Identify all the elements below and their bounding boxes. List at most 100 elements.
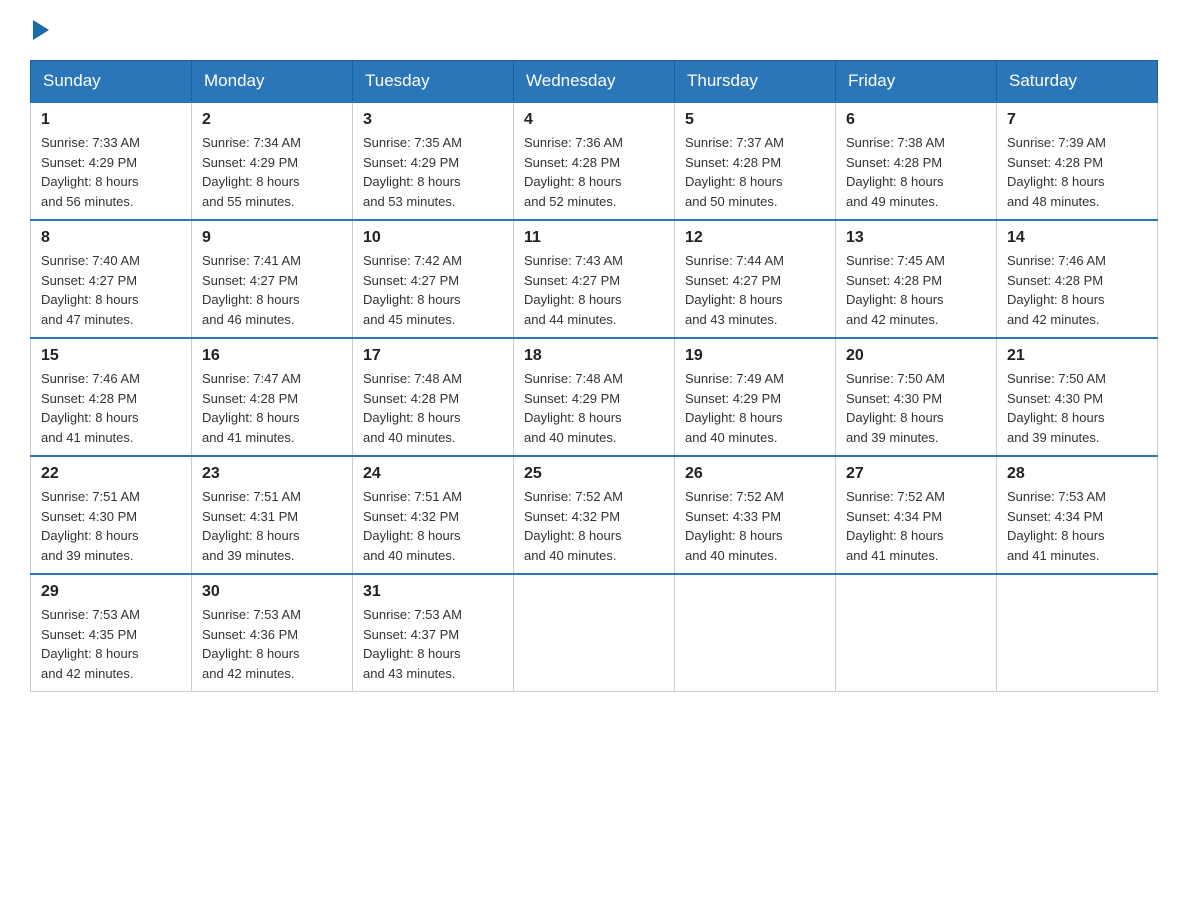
day-info: Sunrise: 7:39 AMSunset: 4:28 PMDaylight:… [1007,133,1147,211]
day-info: Sunrise: 7:34 AMSunset: 4:29 PMDaylight:… [202,133,342,211]
day-number: 20 [846,347,986,365]
day-number: 13 [846,229,986,247]
logo-triangle-icon [33,20,49,40]
calendar-header-monday: Monday [192,61,353,103]
calendar-header-row: SundayMondayTuesdayWednesdayThursdayFrid… [31,61,1158,103]
calendar-week-1: 1Sunrise: 7:33 AMSunset: 4:29 PMDaylight… [31,102,1158,220]
day-number: 1 [41,111,181,129]
day-number: 14 [1007,229,1147,247]
calendar-cell: 3 Sunrise: 7:35 AMSunset: 4:29 PMDaylight… [353,102,514,220]
calendar-week-5: 29 Sunrise: 7:53 AMSunset: 4:35 PMDayligh… [31,574,1158,692]
page-header [30,20,1158,40]
calendar-cell: 19 Sunrise: 7:49 AMSunset: 4:29 PMDayligh… [675,338,836,456]
day-number: 6 [846,111,986,129]
calendar-cell: 2 Sunrise: 7:34 AMSunset: 4:29 PMDaylight… [192,102,353,220]
day-number: 21 [1007,347,1147,365]
calendar-header-friday: Friday [836,61,997,103]
day-info: Sunrise: 7:44 AMSunset: 4:27 PMDaylight:… [685,251,825,329]
day-info: Sunrise: 7:49 AMSunset: 4:29 PMDaylight:… [685,369,825,447]
logo [30,20,52,40]
day-number: 7 [1007,111,1147,129]
calendar-cell: 14 Sunrise: 7:46 AMSunset: 4:28 PMDayligh… [997,220,1158,338]
calendar-table: SundayMondayTuesdayWednesdayThursdayFrid… [30,60,1158,692]
day-number: 19 [685,347,825,365]
day-number: 24 [363,465,503,483]
calendar-week-3: 15 Sunrise: 7:46 AMSunset: 4:28 PMDayligh… [31,338,1158,456]
calendar-header-thursday: Thursday [675,61,836,103]
day-number: 18 [524,347,664,365]
day-info: Sunrise: 7:40 AMSunset: 4:27 PMDaylight:… [41,251,181,329]
calendar-cell: 10 Sunrise: 7:42 AMSunset: 4:27 PMDayligh… [353,220,514,338]
calendar-cell: 29 Sunrise: 7:53 AMSunset: 4:35 PMDayligh… [31,574,192,692]
calendar-cell: 4 Sunrise: 7:36 AMSunset: 4:28 PMDaylight… [514,102,675,220]
day-number: 9 [202,229,342,247]
day-number: 2 [202,111,342,129]
day-info: Sunrise: 7:53 AMSunset: 4:36 PMDaylight:… [202,605,342,683]
calendar-cell: 18Sunrise: 7:48 AMSunset: 4:29 PMDayligh… [514,338,675,456]
calendar-cell: 30 Sunrise: 7:53 AMSunset: 4:36 PMDayligh… [192,574,353,692]
day-info: Sunrise: 7:53 AMSunset: 4:34 PMDaylight:… [1007,487,1147,565]
calendar-cell: 25 Sunrise: 7:52 AMSunset: 4:32 PMDayligh… [514,456,675,574]
day-info: Sunrise: 7:51 AMSunset: 4:31 PMDaylight:… [202,487,342,565]
calendar-cell: 27Sunrise: 7:52 AMSunset: 4:34 PMDayligh… [836,456,997,574]
day-info: Sunrise: 7:46 AMSunset: 4:28 PMDaylight:… [1007,251,1147,329]
calendar-header-wednesday: Wednesday [514,61,675,103]
day-number: 17 [363,347,503,365]
day-info: Sunrise: 7:50 AMSunset: 4:30 PMDaylight:… [1007,369,1147,447]
day-number: 28 [1007,465,1147,483]
day-number: 23 [202,465,342,483]
calendar-cell: 1Sunrise: 7:33 AMSunset: 4:29 PMDaylight… [31,102,192,220]
day-number: 10 [363,229,503,247]
calendar-cell [514,574,675,692]
day-number: 29 [41,583,181,601]
day-number: 22 [41,465,181,483]
calendar-cell: 22 Sunrise: 7:51 AMSunset: 4:30 PMDayligh… [31,456,192,574]
day-info: Sunrise: 7:37 AMSunset: 4:28 PMDaylight:… [685,133,825,211]
calendar-cell: 26 Sunrise: 7:52 AMSunset: 4:33 PMDayligh… [675,456,836,574]
calendar-cell: 5 Sunrise: 7:37 AMSunset: 4:28 PMDaylight… [675,102,836,220]
calendar-cell: 9 Sunrise: 7:41 AMSunset: 4:27 PMDaylight… [192,220,353,338]
day-number: 16 [202,347,342,365]
day-number: 26 [685,465,825,483]
day-number: 8 [41,229,181,247]
calendar-cell: 23 Sunrise: 7:51 AMSunset: 4:31 PMDayligh… [192,456,353,574]
day-info: Sunrise: 7:52 AMSunset: 4:33 PMDaylight:… [685,487,825,565]
calendar-cell: 16Sunrise: 7:47 AMSunset: 4:28 PMDayligh… [192,338,353,456]
calendar-cell: 28 Sunrise: 7:53 AMSunset: 4:34 PMDayligh… [997,456,1158,574]
day-info: Sunrise: 7:50 AMSunset: 4:30 PMDaylight:… [846,369,986,447]
calendar-cell: 31 Sunrise: 7:53 AMSunset: 4:37 PMDayligh… [353,574,514,692]
day-number: 12 [685,229,825,247]
calendar-cell: 8 Sunrise: 7:40 AMSunset: 4:27 PMDaylight… [31,220,192,338]
day-number: 15 [41,347,181,365]
calendar-week-2: 8 Sunrise: 7:40 AMSunset: 4:27 PMDaylight… [31,220,1158,338]
day-info: Sunrise: 7:41 AMSunset: 4:27 PMDaylight:… [202,251,342,329]
day-info: Sunrise: 7:45 AMSunset: 4:28 PMDaylight:… [846,251,986,329]
calendar-cell: 17Sunrise: 7:48 AMSunset: 4:28 PMDayligh… [353,338,514,456]
day-number: 31 [363,583,503,601]
calendar-cell [675,574,836,692]
day-number: 27 [846,465,986,483]
calendar-cell [836,574,997,692]
day-info: Sunrise: 7:53 AMSunset: 4:37 PMDaylight:… [363,605,503,683]
day-info: Sunrise: 7:38 AMSunset: 4:28 PMDaylight:… [846,133,986,211]
day-info: Sunrise: 7:52 AMSunset: 4:32 PMDaylight:… [524,487,664,565]
day-info: Sunrise: 7:53 AMSunset: 4:35 PMDaylight:… [41,605,181,683]
day-info: Sunrise: 7:51 AMSunset: 4:32 PMDaylight:… [363,487,503,565]
calendar-cell: 15 Sunrise: 7:46 AMSunset: 4:28 PMDayligh… [31,338,192,456]
calendar-cell: 24 Sunrise: 7:51 AMSunset: 4:32 PMDayligh… [353,456,514,574]
day-number: 4 [524,111,664,129]
day-info: Sunrise: 7:43 AMSunset: 4:27 PMDaylight:… [524,251,664,329]
day-info: Sunrise: 7:46 AMSunset: 4:28 PMDaylight:… [41,369,181,447]
day-number: 25 [524,465,664,483]
day-number: 30 [202,583,342,601]
day-number: 3 [363,111,503,129]
day-info: Sunrise: 7:36 AMSunset: 4:28 PMDaylight:… [524,133,664,211]
calendar-cell: 13 Sunrise: 7:45 AMSunset: 4:28 PMDayligh… [836,220,997,338]
calendar-cell: 20 Sunrise: 7:50 AMSunset: 4:30 PMDayligh… [836,338,997,456]
logo-line1 [30,20,52,40]
calendar-week-4: 22 Sunrise: 7:51 AMSunset: 4:30 PMDayligh… [31,456,1158,574]
day-number: 5 [685,111,825,129]
day-info: Sunrise: 7:42 AMSunset: 4:27 PMDaylight:… [363,251,503,329]
day-info: Sunrise: 7:35 AMSunset: 4:29 PMDaylight:… [363,133,503,211]
day-info: Sunrise: 7:51 AMSunset: 4:30 PMDaylight:… [41,487,181,565]
